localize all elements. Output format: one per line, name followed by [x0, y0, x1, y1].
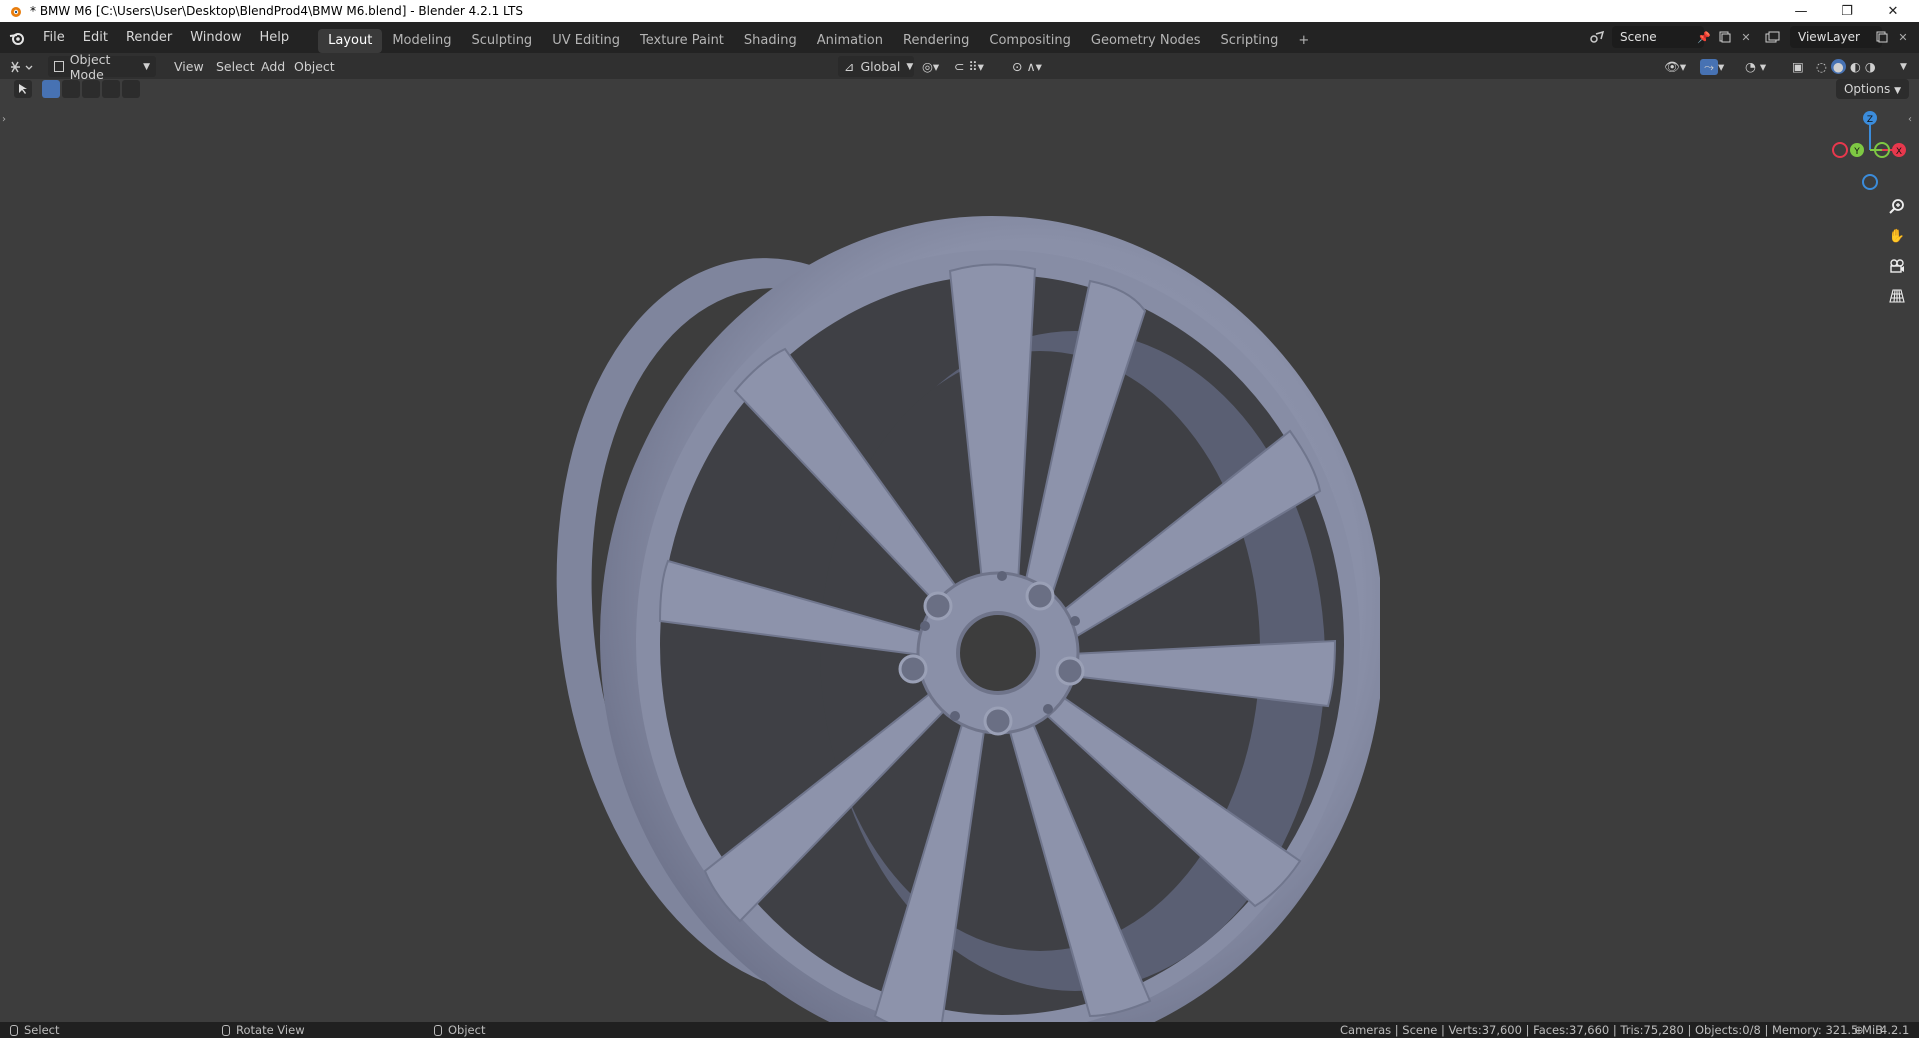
proportional-edit-icon[interactable]: ⊙ ∧▾ — [1012, 56, 1060, 77]
mouse-left-icon — [10, 1025, 18, 1036]
menu-window[interactable]: Window — [181, 26, 250, 50]
wireframe-shading-icon[interactable]: ◌ — [1816, 59, 1827, 74]
options-dropdown[interactable]: Options ▼ — [1835, 79, 1909, 99]
gizmo-toggle-icon[interactable]: ⤳ ▾ — [1700, 56, 1736, 77]
status-select-label: Select — [24, 1023, 60, 1037]
xray-icon[interactable]: ▣ — [1792, 56, 1810, 77]
tab-modeling[interactable]: Modeling — [382, 29, 461, 53]
shading-options-chevron-icon[interactable]: ▼ — [1900, 56, 1912, 77]
mode-label: Object Mode — [69, 51, 111, 82]
status-rotate-label: Rotate View — [236, 1023, 305, 1037]
camera-view-icon[interactable] — [1885, 254, 1909, 278]
mode-dropdown[interactable]: Object Mode ▼ — [48, 52, 156, 82]
new-scene-icon[interactable] — [1715, 26, 1735, 48]
tab-layout[interactable]: Layout — [318, 28, 383, 53]
window-title: * BMW M6 [C:\Users\User\Desktop\BlendPro… — [30, 4, 524, 18]
menu-render[interactable]: Render — [117, 26, 181, 50]
gizmo-z-label: Z — [1867, 115, 1873, 125]
selection-mode-buttons — [42, 80, 142, 98]
gizmo-y-label: Y — [1853, 147, 1860, 157]
menu-edit[interactable]: Edit — [74, 26, 117, 50]
new-viewlayer-icon[interactable] — [1872, 26, 1892, 48]
overlays-icon[interactable]: ◔ ▾ — [1745, 56, 1781, 77]
menu-select[interactable]: Select — [210, 56, 261, 77]
status-object-label: Object — [448, 1023, 486, 1037]
tool-settings-row — [0, 78, 200, 100]
status-select-hint: Select — [10, 1022, 59, 1038]
mouse-middle-icon — [222, 1025, 230, 1036]
zoom-icon[interactable] — [1885, 194, 1909, 218]
tab-sculpting[interactable]: Sculpting — [461, 29, 542, 53]
tab-compositing[interactable]: Compositing — [979, 29, 1081, 53]
scene-browse-icon[interactable] — [1585, 26, 1609, 48]
tab-geometry-nodes[interactable]: Geometry Nodes — [1081, 29, 1211, 53]
editor-type-button[interactable] — [10, 56, 36, 77]
chevron-down-icon: ▼ — [906, 61, 914, 72]
scene-statistics: Cameras | Scene | Verts:37,600 | Faces:3… — [1340, 1023, 1884, 1037]
snap-toggle-icon[interactable]: ⊂ ⠿▾ — [954, 56, 1004, 77]
menu-object[interactable]: Object — [288, 56, 341, 77]
select-intersect-icon[interactable] — [122, 80, 140, 98]
select-extend-icon[interactable] — [62, 80, 80, 98]
navigation-gizmo[interactable]: Z Y X — [1830, 110, 1910, 190]
visibility-icon[interactable]: 👁▾ — [1664, 56, 1694, 77]
pan-hand-icon[interactable]: ✋ — [1885, 224, 1909, 248]
shading-modes: ◌ ● ◐ ◑ — [1816, 56, 1900, 77]
tab-animation[interactable]: Animation — [807, 29, 893, 53]
chevron-down-icon: ▼ — [143, 61, 150, 72]
blender-logo-icon[interactable] — [0, 22, 34, 53]
solid-shading-icon[interactable]: ● — [1830, 59, 1846, 74]
status-object-hint: Object — [434, 1022, 485, 1038]
tab-rendering[interactable]: Rendering — [893, 29, 979, 53]
mouse-right-icon — [434, 1025, 442, 1036]
pivot-point-icon[interactable]: ◎▾ — [922, 56, 950, 77]
add-workspace-button[interactable]: + — [1288, 29, 1319, 53]
viewlayer-browse-icon[interactable] — [1760, 26, 1786, 48]
rendered-shading-icon[interactable]: ◑ — [1865, 59, 1876, 74]
options-label: Options — [1843, 82, 1891, 96]
material-shading-icon[interactable]: ◐ — [1850, 59, 1861, 74]
select-tool-icon[interactable] — [14, 80, 32, 98]
transform-orientation-icon: ⊿ — [844, 59, 855, 74]
blender-version: 4.2.1 — [1880, 1023, 1910, 1037]
select-set-icon[interactable] — [42, 80, 60, 98]
status-rotate-hint: Rotate View — [222, 1022, 305, 1038]
perspective-toggle-icon[interactable] — [1885, 284, 1909, 308]
remove-scene-icon[interactable]: ✕ — [1736, 26, 1756, 48]
menu-add[interactable]: Add — [255, 56, 291, 77]
minimize-button[interactable]: — — [1778, 0, 1824, 22]
select-subtract-icon[interactable] — [82, 80, 100, 98]
3d-viewport[interactable]: › ‹ — [0, 79, 1919, 1038]
tab-texture-paint[interactable]: Texture Paint — [630, 29, 734, 53]
close-window-button[interactable]: ✕ — [1870, 0, 1916, 22]
blender-window-icon — [11, 7, 21, 17]
tab-uv-editing[interactable]: UV Editing — [542, 29, 630, 53]
globe-icon: ⊕ — [1854, 1023, 1864, 1037]
menu-view[interactable]: View — [168, 56, 210, 77]
object-mode-icon — [54, 61, 64, 72]
orientation-label: Global — [860, 59, 901, 74]
pin-icon[interactable]: 📌 — [1694, 26, 1714, 48]
window-titlebar: * BMW M6 [C:\Users\User\Desktop\BlendPro… — [0, 0, 1919, 22]
maximize-button[interactable]: ❐ — [1824, 0, 1870, 22]
menu-file[interactable]: File — [34, 26, 74, 50]
viewlayer-name-field[interactable]: ViewLayer — [1790, 26, 1882, 48]
tab-scripting[interactable]: Scripting — [1211, 29, 1289, 53]
select-invert-icon[interactable] — [102, 80, 120, 98]
gizmo-x-label: X — [1896, 147, 1902, 157]
scene-name-field[interactable]: Scene — [1612, 26, 1704, 48]
remove-viewlayer-icon[interactable]: ✕ — [1893, 26, 1913, 48]
tab-shading[interactable]: Shading — [734, 29, 807, 53]
toolbar-toggle-icon[interactable]: › — [2, 114, 6, 125]
orientation-dropdown[interactable]: ⊿ Global ▼ — [838, 56, 914, 77]
wheel-model — [556, 216, 1380, 1038]
menu-help[interactable]: Help — [251, 26, 299, 50]
